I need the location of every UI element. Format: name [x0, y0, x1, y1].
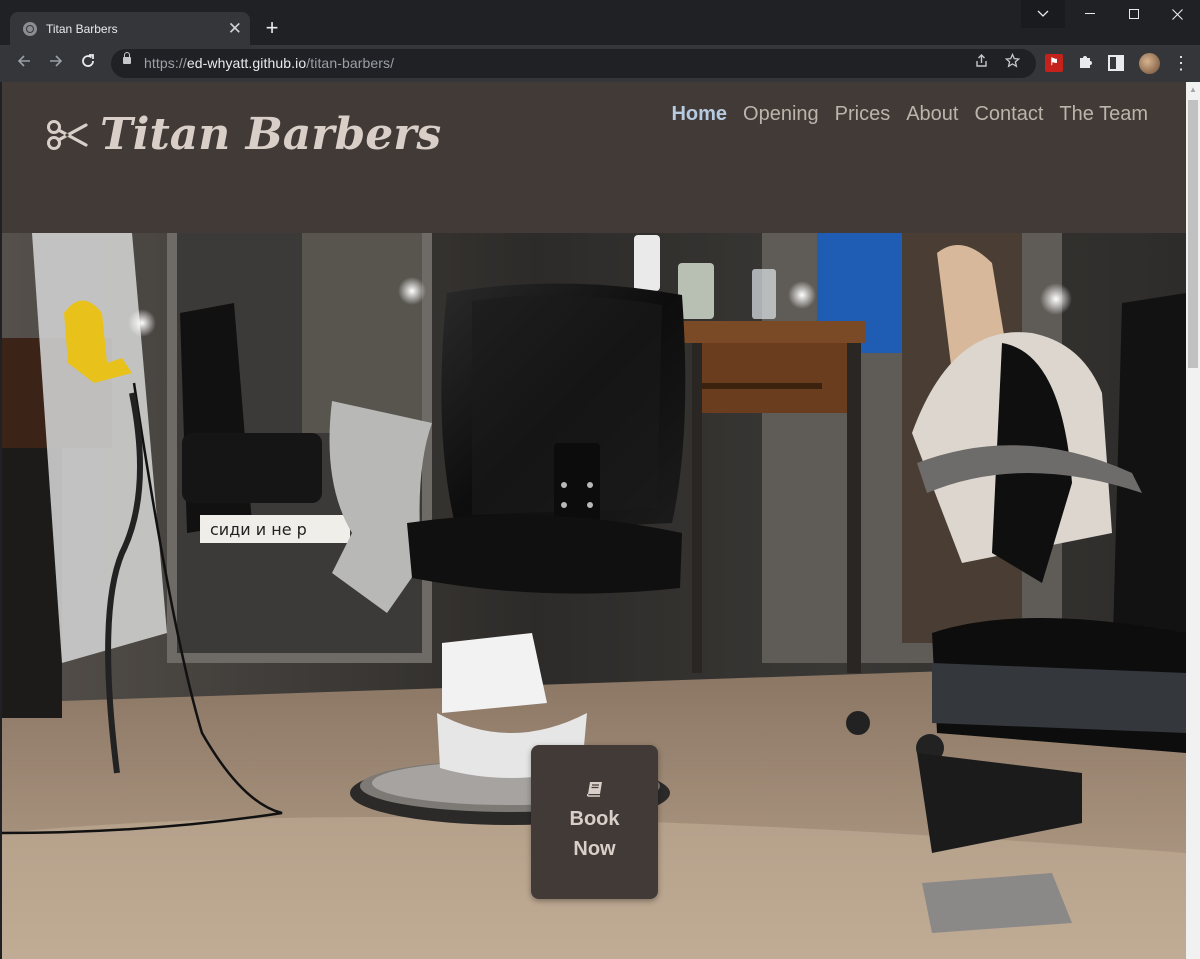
- address-bar[interactable]: https://ed-whyatt.github.io/titan-barber…: [111, 49, 1036, 78]
- scroll-up-arrow-icon[interactable]: ▲: [1186, 82, 1200, 98]
- page-viewport: Titan Barbers Home Opening Prices About …: [2, 82, 1186, 959]
- main-nav: Home Opening Prices About Contact The Te…: [671, 103, 1148, 126]
- globe-icon: [23, 21, 37, 36]
- book-now-button[interactable]: Book Now: [531, 745, 658, 899]
- minimize-icon[interactable]: [1067, 0, 1113, 28]
- book-icon: [586, 781, 602, 797]
- hero-image: сиди и не р Book Now: [2, 233, 1186, 959]
- scissors-icon: [47, 119, 88, 150]
- book-now-line2: Now: [573, 837, 616, 860]
- side-panel-icon[interactable]: [1108, 55, 1124, 71]
- nav-about[interactable]: About: [906, 103, 958, 126]
- site-logo[interactable]: Titan Barbers: [46, 109, 441, 160]
- close-window-icon[interactable]: [1154, 0, 1200, 28]
- profile-avatar[interactable]: [1139, 53, 1160, 74]
- site-header: Titan Barbers Home Opening Prices About …: [2, 82, 1186, 233]
- reload-icon[interactable]: [76, 52, 100, 76]
- browser-toolbar: https://ed-whyatt.github.io/titan-barber…: [0, 45, 1200, 82]
- menu-dots-icon[interactable]: ⋮: [1172, 52, 1190, 74]
- page-scrollbar[interactable]: ▲: [1186, 82, 1200, 959]
- share-icon[interactable]: [971, 53, 991, 73]
- new-tab-button[interactable]: +: [259, 15, 285, 41]
- tab-title: Titan Barbers: [46, 21, 118, 36]
- back-arrow-icon[interactable]: [12, 52, 36, 76]
- maximize-icon[interactable]: [1111, 0, 1157, 28]
- logo-text: Titan Barbers: [100, 109, 442, 160]
- url-text[interactable]: https://ed-whyatt.github.io/titan-barber…: [144, 55, 394, 71]
- lock-icon[interactable]: [123, 52, 131, 64]
- star-icon[interactable]: [1002, 52, 1022, 73]
- scroll-thumb[interactable]: [1188, 100, 1198, 368]
- nav-the-team[interactable]: The Team: [1059, 103, 1148, 126]
- browser-tab-strip: Titan Barbers ✕ +: [0, 0, 1200, 45]
- pdf-extension-icon[interactable]: ⚑: [1045, 54, 1063, 72]
- tab-search-chevron-icon[interactable]: [1021, 0, 1065, 28]
- tab-close-icon[interactable]: ✕: [228, 20, 242, 37]
- book-now-line1: Book: [569, 807, 620, 830]
- nav-opening[interactable]: Opening: [743, 103, 819, 126]
- nav-contact[interactable]: Contact: [974, 103, 1043, 126]
- nav-home[interactable]: Home: [671, 103, 727, 126]
- hero-sign-text: сиди и не р: [210, 520, 307, 539]
- forward-arrow-icon[interactable]: [44, 52, 68, 76]
- nav-prices[interactable]: Prices: [835, 103, 891, 126]
- puzzle-icon[interactable]: [1076, 54, 1094, 72]
- browser-tab[interactable]: Titan Barbers ✕: [10, 12, 250, 45]
